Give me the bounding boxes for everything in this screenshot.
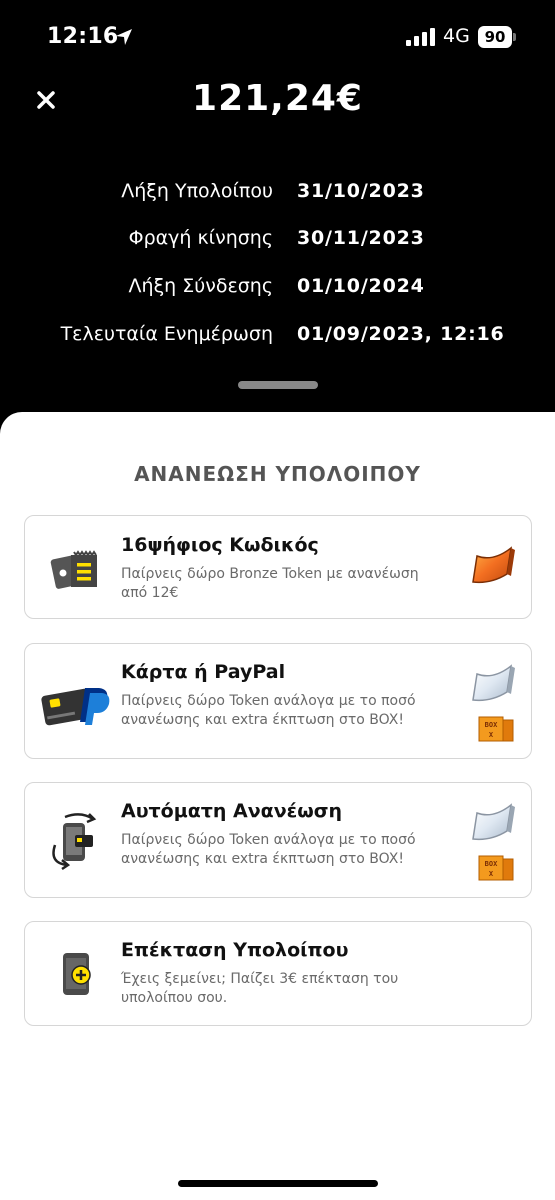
card-title: Επέκταση Υπολοίπου [121, 939, 349, 961]
battery-level: 90 [478, 26, 512, 48]
box-badge-top: BOX [485, 721, 498, 729]
bronze-token-icon [472, 546, 515, 584]
info-label: Λήξη Σύνδεσης [128, 275, 273, 297]
network-type: 4G [443, 25, 470, 47]
location-arrow-icon [116, 29, 132, 45]
card-auto-renewal[interactable]: Αυτόματη Ανανέωση Παίρνεις δώρο Token αν… [24, 782, 532, 898]
card-paypal-icon [41, 688, 110, 726]
card-title: Αυτόματη Ανανέωση [121, 800, 343, 822]
info-label: Τελευταία Ενημέρωση [60, 323, 273, 345]
card-description: Παίρνεις δώρο Bronze Token με ανανέωση α… [121, 566, 419, 601]
status-time: 12:16 [47, 24, 119, 49]
card-description: Έχεις ξεμείνει; Παίζει 3€ επέκταση του υ… [121, 971, 399, 1006]
card-card-or-paypal[interactable]: Κάρτα ή PayPal Παίρνεις δώρο Token ανάλο… [24, 643, 532, 759]
auto-renew-phone-icon [52, 813, 97, 871]
card-title: Κάρτα ή PayPal [121, 661, 286, 683]
silver-token-icon [472, 803, 515, 841]
phone-plus-icon [63, 953, 91, 995]
home-indicator [178, 1180, 378, 1187]
card-title: 16ψήφιος Κωδικός [121, 534, 319, 556]
section-title: ΑΝΑΝΕΩΣΗ ΥΠΟΛΟΙΠΟΥ [134, 462, 421, 486]
info-value: 01/10/2024 [297, 275, 425, 297]
info-value: 01/09/2023, 12:16 [297, 323, 505, 345]
info-row-last-update: Τελευταία Ενημέρωση 01/09/2023, 12:16 [0, 323, 555, 353]
box-badge-top: BOX [485, 860, 498, 868]
info-label: Φραγή κίνησης [128, 227, 273, 249]
box-icon: BOX X [477, 853, 517, 883]
card-balance-extension[interactable]: Επέκταση Υπολοίπου Έχεις ξεμείνει; Παίζε… [24, 921, 532, 1026]
silver-token-icon [472, 664, 515, 702]
info-label: Λήξη Υπολοίπου [121, 180, 273, 202]
info-value: 30/11/2023 [297, 227, 425, 249]
info-row-traffic-block: Φραγή κίνησης 30/11/2023 [0, 227, 555, 257]
card-16-digit-code[interactable]: 16ψήφιος Κωδικός Παίρνεις δώρο Bronze To… [24, 515, 532, 619]
balance-amount: 121,24€ [192, 78, 363, 119]
signal-icon [406, 28, 435, 46]
card-description: Παίρνεις δώρο Token ανάλογα με το ποσό α… [121, 693, 416, 728]
drag-handle[interactable] [238, 381, 318, 389]
info-row-balance-expiry: Λήξη Υπολοίπου 31/10/2023 [0, 180, 555, 210]
info-value: 31/10/2023 [297, 180, 425, 202]
box-icon: BOX X [477, 714, 517, 744]
battery-icon: 90 [478, 26, 516, 48]
card-description: Παίρνεις δώρο Token ανάλογα με το ποσό α… [121, 832, 416, 867]
status-bar: 12:16 4G 90 [0, 0, 555, 74]
info-row-connection-expiry: Λήξη Σύνδεσης 01/10/2024 [0, 275, 555, 305]
balance-header: 12:16 4G 90 121,24€ Λήξη Υπολοίπου 31/10… [0, 0, 555, 440]
voucher-icon [50, 550, 97, 589]
